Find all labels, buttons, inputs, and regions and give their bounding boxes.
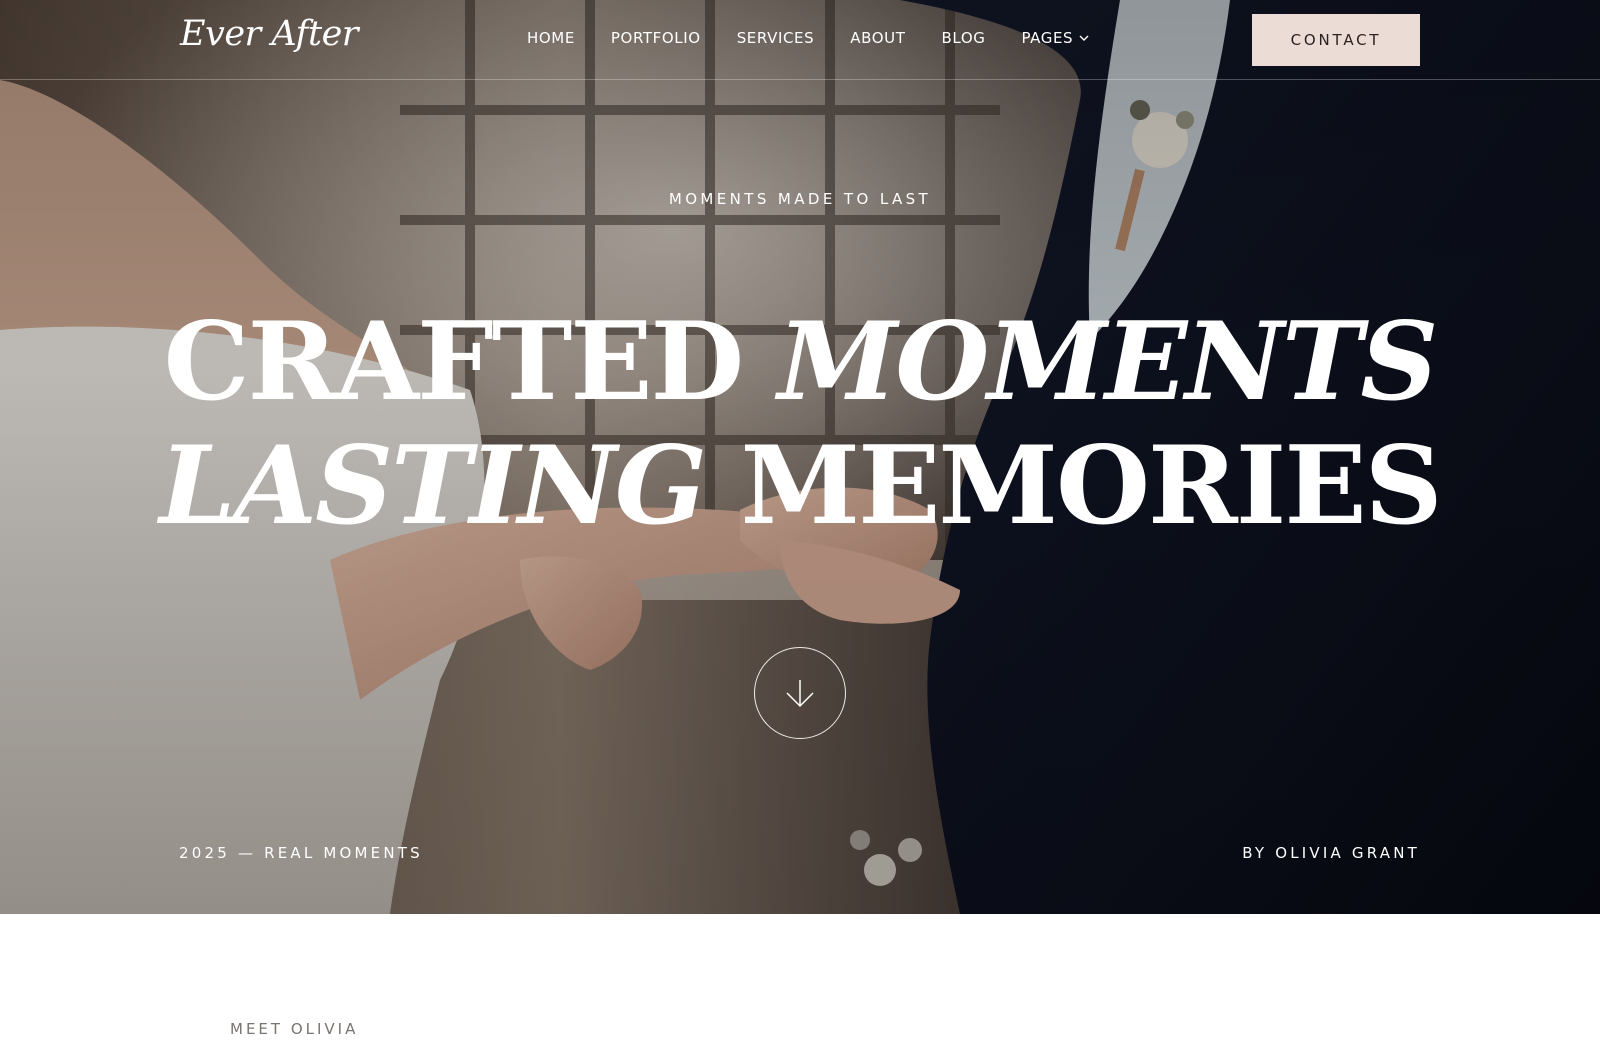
nav-item-label: SERVICES <box>736 29 815 47</box>
hero-footer-right: BY OLIVIA GRANT <box>1242 844 1420 862</box>
page: Ever After HOME PORTFOLIO SERVICES ABOUT… <box>0 0 1600 1049</box>
contact-button[interactable]: CONTACT <box>1252 14 1420 66</box>
hero-eyebrow: MOMENTS MADE TO LAST <box>668 190 932 208</box>
hero-section: Ever After HOME PORTFOLIO SERVICES ABOUT… <box>0 0 1600 914</box>
hero-headline-line2: LASTING MEMORIES <box>0 432 1600 540</box>
headline-word-italic: LASTING <box>159 423 707 549</box>
nav-item-services[interactable]: SERVICES <box>737 29 815 47</box>
nav-item-label: BLOG <box>941 29 986 47</box>
hero-headline-line1: CRAFTED MOMENTS <box>0 308 1600 416</box>
nav-item-home[interactable]: HOME <box>527 29 575 47</box>
nav-item-pages[interactable]: PAGES <box>1021 29 1089 47</box>
nav-item-label: PAGES <box>1021 29 1074 47</box>
chevron-down-icon <box>1079 35 1089 41</box>
about-section-label: MEET OLIVIA <box>230 1020 359 1038</box>
nav-item-blog[interactable]: BLOG <box>942 29 986 47</box>
site-logo[interactable]: Ever After <box>180 14 359 54</box>
nav-item-portfolio[interactable]: PORTFOLIO <box>611 29 701 47</box>
headline-word-italic: MOMENTS <box>777 299 1439 425</box>
headline-word: CRAFTED <box>163 299 745 425</box>
arrow-down-icon <box>786 680 814 708</box>
nav-item-label: HOME <box>527 29 575 47</box>
hero-footer-left: 2025 — REAL MOMENTS <box>179 844 423 862</box>
nav-item-about[interactable]: ABOUT <box>850 29 905 47</box>
main-nav: HOME PORTFOLIO SERVICES ABOUT BLOG PAGES <box>527 29 1089 47</box>
scroll-down-button[interactable] <box>754 647 846 739</box>
headline-word: MEMORIES <box>740 423 1443 549</box>
nav-item-label: PORTFOLIO <box>610 29 701 47</box>
site-header: Ever After HOME PORTFOLIO SERVICES ABOUT… <box>0 0 1600 80</box>
nav-item-label: ABOUT <box>850 29 906 47</box>
